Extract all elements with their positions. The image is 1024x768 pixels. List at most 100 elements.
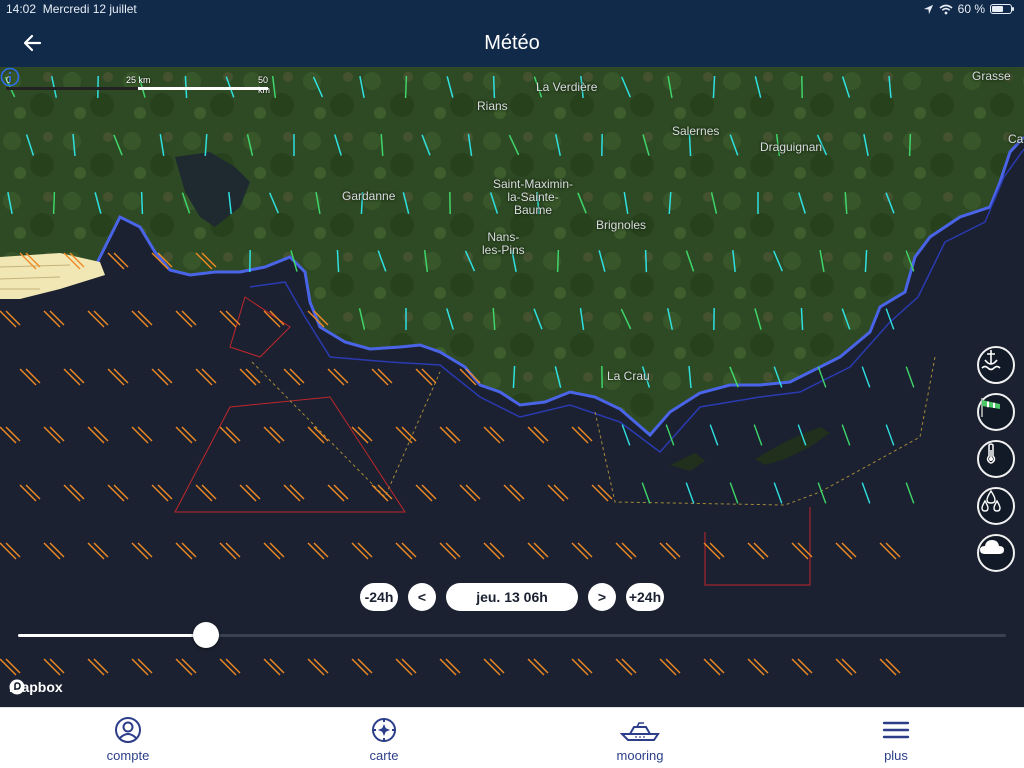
wind-barb xyxy=(87,542,109,560)
place-label: Salernes xyxy=(672,124,720,138)
wind-barb xyxy=(19,484,41,502)
wind-barb xyxy=(659,658,681,676)
scale-bar: 0 25 km 50 km xyxy=(6,75,276,95)
wind-barb xyxy=(0,542,21,560)
user-circle-icon xyxy=(115,717,141,743)
weather-map[interactable]: 0 25 km 50 km La Verdière Rians Grasse S… xyxy=(0,67,1024,707)
scale-label-25: 25 km xyxy=(126,75,151,85)
temperature-button[interactable] xyxy=(977,440,1015,478)
current-time-label[interactable]: jeu. 13 06h xyxy=(446,583,578,611)
wind-barb xyxy=(905,482,915,504)
wind-barb xyxy=(685,482,695,504)
wind-barb xyxy=(439,426,461,444)
wind-barb xyxy=(817,482,827,504)
minus-24h-button[interactable]: -24h xyxy=(360,583,398,611)
wind-barb xyxy=(729,482,739,504)
place-label: Nans- les-Pins xyxy=(482,230,525,257)
map-canvas xyxy=(0,67,1024,676)
anchor-wave-button[interactable] xyxy=(977,346,1015,384)
wind-barb xyxy=(0,310,21,328)
wind-barb xyxy=(0,658,21,676)
bottom-nav: compte carte mooring plus xyxy=(0,707,1024,768)
tab-plus[interactable]: plus xyxy=(768,708,1024,768)
wind-barb xyxy=(107,484,129,502)
wind-barb xyxy=(131,310,153,328)
wind-barb xyxy=(195,368,217,386)
wind-button[interactable] xyxy=(977,393,1015,431)
tab-label: compte xyxy=(106,748,150,763)
beach-area xyxy=(0,253,105,299)
tab-compte[interactable]: compte xyxy=(0,708,256,768)
wind-barb xyxy=(395,658,417,676)
wifi-icon xyxy=(939,4,953,14)
boat-icon xyxy=(620,722,660,741)
wind-barb xyxy=(87,658,109,676)
compass-icon xyxy=(372,718,396,742)
rain-button[interactable] xyxy=(977,487,1015,525)
wind-barb xyxy=(239,368,261,386)
status-left: 14:02 Mercredi 12 juillet xyxy=(6,2,137,16)
mapbox-icon xyxy=(9,679,25,695)
wind-barb xyxy=(52,191,56,215)
wind-barb xyxy=(439,658,461,676)
wind-barb xyxy=(791,658,813,676)
wind-barb xyxy=(195,484,217,502)
wind-barb xyxy=(527,426,549,444)
wind-barb xyxy=(773,482,783,504)
wind-barb xyxy=(263,542,285,560)
time-slider-thumb[interactable] xyxy=(192,622,219,648)
place-label: Rians xyxy=(477,99,508,113)
plus-24h-button[interactable]: +24h xyxy=(626,583,664,611)
tab-mooring[interactable]: mooring xyxy=(512,708,768,768)
wind-barb xyxy=(841,424,851,446)
wind-barb xyxy=(371,368,393,386)
battery-level xyxy=(992,6,1003,12)
mapbox-logo[interactable]: mapbox xyxy=(9,679,63,695)
anchor-wave-icon xyxy=(981,350,1001,371)
wind-barb xyxy=(641,482,651,504)
battery-icon xyxy=(990,4,1014,14)
wind-barb xyxy=(665,424,675,446)
wind-barb xyxy=(905,366,915,388)
wind-barb xyxy=(571,658,593,676)
wind-barb xyxy=(175,658,197,676)
wind-barb xyxy=(395,542,417,560)
wind-barb xyxy=(503,484,525,502)
battery-percent: 60 % xyxy=(957,2,985,16)
wind-barb xyxy=(791,542,813,560)
wind-barb xyxy=(175,426,197,444)
wind-barb xyxy=(527,658,549,676)
wind-barb xyxy=(615,542,637,560)
wind-barb xyxy=(283,368,305,386)
time-slider-fill xyxy=(18,634,206,637)
wind-barb xyxy=(307,658,329,676)
wind-barb xyxy=(703,658,725,676)
tab-carte[interactable]: carte xyxy=(256,708,512,768)
wind-barb xyxy=(753,424,763,446)
wind-barb xyxy=(817,366,827,388)
cloud-button[interactable] xyxy=(977,534,1015,572)
place-label: Ca xyxy=(1008,132,1024,146)
tab-label: plus xyxy=(884,748,908,763)
next-button[interactable]: > xyxy=(588,583,616,611)
menu-icon xyxy=(882,721,910,739)
wind-barb xyxy=(131,542,153,560)
wind-barb xyxy=(327,368,349,386)
wind-barb xyxy=(415,484,437,502)
wind-barb xyxy=(43,426,65,444)
wind-barb xyxy=(63,484,85,502)
wind-barb xyxy=(571,542,593,560)
wind-barb xyxy=(219,426,241,444)
tab-label: mooring xyxy=(616,748,664,763)
info-icon[interactable] xyxy=(0,67,20,87)
wind-barb xyxy=(175,542,197,560)
place-label: La Verdière xyxy=(536,80,598,94)
place-label: La Crau xyxy=(607,369,650,383)
wind-barb xyxy=(404,75,408,99)
wind-barb xyxy=(644,249,648,273)
wind-barb xyxy=(835,658,857,676)
wind-barb xyxy=(307,426,329,444)
previous-button[interactable]: < xyxy=(408,583,436,611)
wind-barb xyxy=(175,310,197,328)
wind-barb xyxy=(307,542,329,560)
